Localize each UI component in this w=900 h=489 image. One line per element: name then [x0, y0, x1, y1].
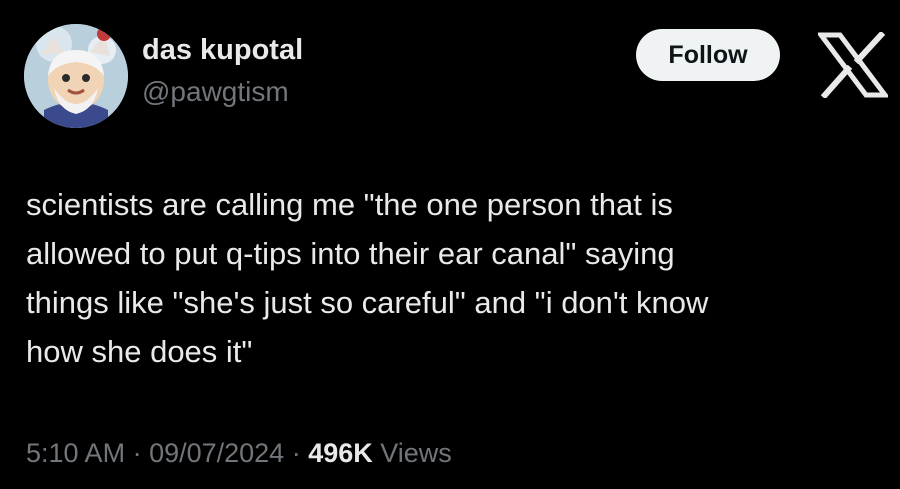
- views-count: 496K: [308, 438, 373, 468]
- meta-separator: ·: [125, 438, 150, 468]
- tweet-card: das kupotal @pawgtism Follow scientists …: [0, 0, 900, 489]
- tweet-meta: 5:10 AM · 09/07/2024 · 496K Views: [26, 440, 452, 467]
- views-label: Views: [380, 438, 452, 468]
- x-logo-icon[interactable]: [818, 32, 888, 98]
- avatar-illustration: [24, 24, 128, 128]
- tweet-time[interactable]: 5:10 AM: [26, 438, 125, 468]
- tweet-date[interactable]: 09/07/2024: [149, 438, 284, 468]
- author-handle[interactable]: @pawgtism: [142, 78, 289, 106]
- tweet-text: scientists are calling me "the one perso…: [26, 187, 709, 369]
- author-display-name[interactable]: das kupotal: [142, 36, 303, 65]
- meta-separator: ·: [284, 438, 309, 468]
- follow-button[interactable]: Follow: [636, 29, 780, 81]
- author-avatar[interactable]: [24, 24, 128, 128]
